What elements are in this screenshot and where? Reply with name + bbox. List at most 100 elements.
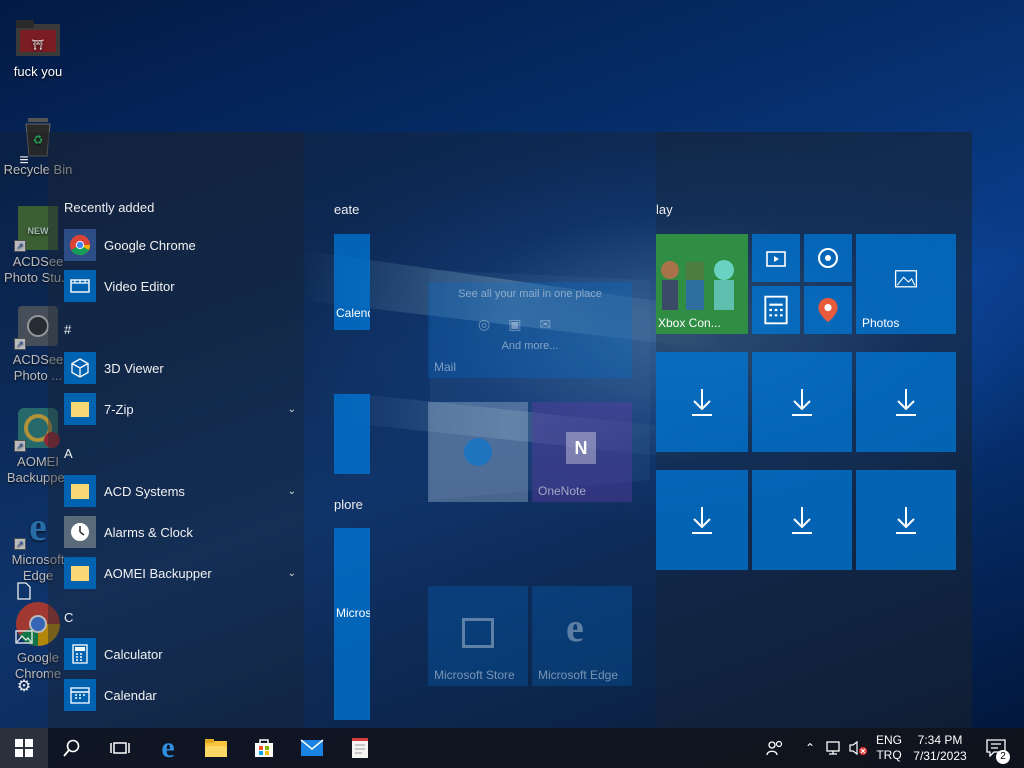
group-title-play[interactable]: lay: [656, 202, 673, 217]
folder-icon: ⛩: [14, 14, 62, 62]
map-pin-icon: [818, 298, 838, 322]
store-bag-icon: [462, 618, 494, 648]
tile-onenote[interactable]: N OneNote: [532, 402, 632, 502]
taskbar: e: [0, 728, 1024, 768]
search-icon: [63, 739, 80, 757]
music-icon: [464, 438, 492, 466]
tile-calendar[interactable]: Calend: [334, 234, 370, 330]
section-header-c[interactable]: C: [64, 610, 73, 625]
taskbar-microsoft-store[interactable]: [240, 728, 288, 768]
task-view-icon: [110, 742, 130, 754]
tile-maps[interactable]: [804, 286, 852, 334]
tile-mail[interactable]: See all your mail in one place ◎▣✉ And m…: [428, 282, 632, 378]
tile-download-placeholder[interactable]: [656, 352, 748, 452]
tile-microsoft-edge[interactable]: e Microsoft Edge: [532, 586, 632, 686]
app-item-label: Video Editor: [104, 278, 175, 294]
people-button[interactable]: [758, 728, 792, 768]
calculator-icon: [64, 638, 96, 670]
start-menu: ≡ ⚙ Recently added Google Chrome Video E…: [0, 132, 972, 728]
app-item-label: 7-Zip: [104, 401, 134, 417]
folder-icon: [205, 739, 227, 757]
onenote-icon: N: [566, 432, 596, 464]
chevron-down-icon[interactable]: ⌄: [288, 404, 296, 415]
tile-microsoft-store[interactable]: Microsoft Store: [428, 586, 528, 686]
tile-xbox-console-companion[interactable]: Xbox Con...: [656, 234, 748, 334]
volume-button[interactable]: [846, 728, 870, 768]
download-arrow-icon: [896, 389, 916, 416]
start-menu-rail: ≡ ⚙: [0, 132, 48, 728]
tile-download-placeholder[interactable]: [752, 352, 852, 452]
app-item-3d-viewer[interactable]: 3D Viewer: [64, 351, 300, 385]
app-item-video-editor[interactable]: Video Editor: [64, 269, 300, 303]
app-item-label: 3D Viewer: [104, 360, 164, 376]
folder-icon: [64, 393, 96, 425]
disc-icon: [818, 248, 838, 268]
app-item-google-chrome[interactable]: Google Chrome: [64, 228, 300, 262]
windows-logo-icon: [15, 739, 33, 757]
pictures-icon[interactable]: [12, 630, 36, 654]
notification-count-badge: 2: [996, 750, 1010, 764]
app-item-7-zip[interactable]: 7-Zip ⌄: [64, 392, 300, 426]
taskbar-mail[interactable]: [288, 728, 336, 768]
tile-download-placeholder[interactable]: [334, 394, 370, 474]
task-view-button[interactable]: [96, 728, 144, 768]
app-item-calendar[interactable]: Calendar: [64, 678, 300, 712]
tile-download-placeholder[interactable]: [856, 352, 956, 452]
notepad-icon: [352, 738, 368, 758]
section-header-hash[interactable]: #: [64, 322, 71, 337]
chevron-down-icon[interactable]: ⌄: [288, 568, 296, 579]
mail-more-text: And more...: [501, 340, 559, 352]
calculator-icon: [764, 295, 788, 325]
app-item-label: ACD Systems: [104, 483, 185, 499]
3d-viewer-icon: [64, 352, 96, 384]
action-center-button[interactable]: 2: [976, 728, 1016, 768]
start-button[interactable]: [0, 728, 48, 768]
tile-movies-tv[interactable]: [752, 234, 800, 282]
tile-group-create-explore: eate Calend See all your mail in one pla…: [304, 132, 656, 728]
tile-photos[interactable]: Photos: [856, 234, 956, 334]
hamburger-menu-icon[interactable]: ≡: [12, 152, 36, 176]
keyboard-layout: TRQ: [876, 748, 902, 762]
settings-icon[interactable]: ⚙: [12, 676, 36, 700]
clock-date: 7/31/2023: [913, 749, 967, 763]
chevron-down-icon[interactable]: ⌄: [288, 486, 296, 497]
calendar-icon: [64, 679, 96, 711]
tile-download-placeholder[interactable]: [856, 470, 956, 570]
desktop-icon-folder[interactable]: ⛩ fuck you: [0, 14, 76, 80]
documents-icon[interactable]: [12, 582, 36, 606]
tile-download-placeholder[interactable]: [752, 470, 852, 570]
recently-added-header: Recently added: [64, 200, 155, 215]
group-title-explore[interactable]: plore: [334, 497, 363, 512]
download-arrow-icon: [792, 389, 812, 416]
tile-groove[interactable]: [804, 234, 852, 282]
mail-provider-icons: ◎▣✉: [478, 316, 570, 332]
taskbar-edge[interactable]: e: [144, 728, 192, 768]
group-title-create[interactable]: eate: [334, 202, 359, 217]
edge-icon: e: [161, 731, 175, 764]
taskbar-file-explorer[interactable]: [192, 728, 240, 768]
tile-download-placeholder[interactable]: [656, 470, 748, 570]
app-item-alarms-clock[interactable]: Alarms & Clock: [64, 515, 300, 549]
taskbar-notepad[interactable]: [336, 728, 384, 768]
app-item-calculator[interactable]: Calculator: [64, 637, 300, 671]
download-arrow-icon: [896, 507, 916, 534]
people-icon: [766, 740, 783, 756]
desktop-icon-label: fuck you: [13, 64, 63, 79]
mail-promo-text: See all your mail in one place: [458, 288, 602, 300]
section-header-a[interactable]: A: [64, 446, 73, 461]
tile-microsoft-store-partial[interactable]: Micros: [334, 528, 370, 720]
tile-group-play: lay Xbox Con... Photos: [656, 132, 972, 728]
app-item-label: AOMEI Backupper: [104, 565, 212, 581]
show-hidden-icons-button[interactable]: ⌃: [800, 728, 820, 768]
input-language-button[interactable]: ENG TRQ: [872, 728, 906, 768]
app-item-aomei-backupper[interactable]: AOMEI Backupper ⌄: [64, 556, 300, 590]
language-code: ENG: [875, 733, 902, 747]
photos-icon: [894, 270, 918, 288]
network-button[interactable]: [822, 728, 846, 768]
app-item-label: Alarms & Clock: [104, 524, 193, 540]
tile-calculator-small[interactable]: [752, 286, 800, 334]
app-item-acd-systems[interactable]: ACD Systems ⌄: [64, 474, 300, 508]
clock-button[interactable]: 7:34 PM 7/31/2023: [908, 728, 972, 768]
tile-groove-music[interactable]: [428, 402, 528, 502]
search-button[interactable]: [48, 728, 96, 768]
